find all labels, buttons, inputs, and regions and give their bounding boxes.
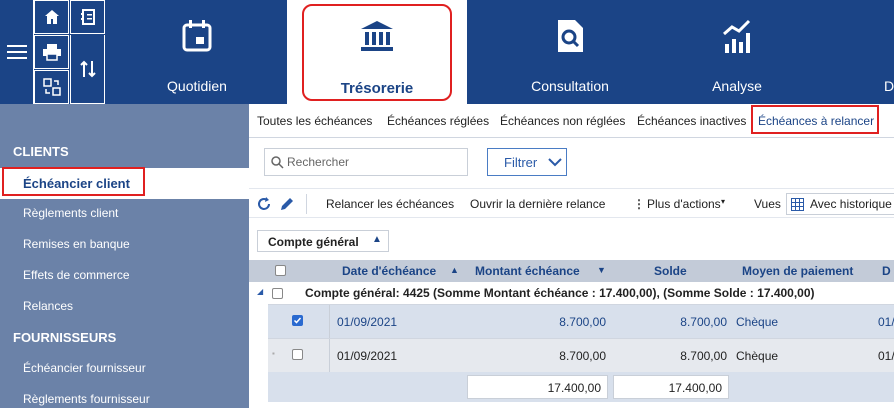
- total-solde: 17.400,00: [613, 375, 729, 399]
- table-header: Date d'échéance ▲ Montant échéance ▼ Sol…: [249, 260, 894, 282]
- search-input[interactable]: Rechercher: [264, 148, 468, 176]
- cell-moyen: Chèque: [736, 315, 779, 329]
- sidebar-header-clients: CLIENTS: [13, 144, 69, 159]
- sort-asc-icon: ▲: [372, 234, 382, 245]
- group-by-label: Compte général: [268, 235, 359, 249]
- sort-asc-icon: ▲: [450, 265, 459, 275]
- module-label: Consultation: [531, 78, 609, 94]
- document-search-icon: [550, 16, 590, 56]
- cell-date: 01/09/2021: [337, 349, 398, 363]
- sidebar-item-remises-en-banque[interactable]: Remises en banque: [23, 237, 130, 251]
- chart-icon: [717, 16, 757, 56]
- sort-desc-icon: ▼: [597, 265, 606, 275]
- sidebar-header-fournisseurs: FOURNISSEURS: [13, 330, 117, 345]
- ouvrir-derniere-relance-button[interactable]: Ouvrir la dernière relance: [470, 197, 605, 211]
- cell-moyen: Chèque: [736, 349, 779, 363]
- highlight-tab-a-relancer: [751, 105, 879, 134]
- table-row[interactable]: 01/09/2021 8.700,00 8.700,00 Chèque 01/: [268, 304, 894, 339]
- cell-montant: 8.700,00: [559, 349, 606, 363]
- cell-date: 01/09/2021: [337, 315, 398, 329]
- sidebar-item-reglements-client[interactable]: Règlements client: [23, 206, 118, 220]
- chevron-down-icon: [548, 158, 562, 167]
- sidebar-item-reglements-fournisseur[interactable]: Règlements fournisseur: [23, 392, 150, 406]
- sidebar-item-echeancier-fournisseur[interactable]: Échéancier fournisseur: [23, 361, 146, 375]
- sort-arrows-icon[interactable]: [70, 35, 105, 104]
- cell-extra: 01/: [878, 349, 894, 363]
- action-toolbar: Relancer les échéances Ouvrir la dernièr…: [249, 188, 894, 218]
- column-date-echeance[interactable]: Date d'échéance: [342, 264, 436, 278]
- refresh-icon[interactable]: [257, 197, 271, 211]
- transfer-icon[interactable]: [34, 70, 69, 104]
- filter-button[interactable]: Filtrer: [487, 148, 567, 176]
- kebab-menu-icon: ⋮: [633, 197, 645, 211]
- row-handle-icon: ▪: [272, 349, 275, 358]
- highlight-tresorerie: [302, 4, 452, 101]
- home-icon[interactable]: [34, 0, 69, 34]
- expand-arrow-icon[interactable]: ◢: [257, 287, 263, 296]
- module-consultation[interactable]: Consultation: [505, 0, 635, 104]
- tab-toutes[interactable]: Toutes les échéances: [257, 114, 372, 128]
- total-montant-value: 17.400,00: [547, 381, 601, 395]
- cell-solde: 8.700,00: [680, 349, 727, 363]
- select-all-checkbox[interactable]: [275, 265, 286, 276]
- module-quotidien[interactable]: Quotidien: [144, 0, 250, 104]
- edit-pencil-icon[interactable]: [278, 195, 296, 213]
- sidebar: CLIENTS Échéancier client Règlements cli…: [0, 104, 249, 408]
- total-solde-value: 17.400,00: [668, 381, 722, 395]
- group-checkbox[interactable]: [272, 288, 283, 299]
- print-icon[interactable]: [34, 35, 69, 69]
- column-truncated[interactable]: D: [882, 264, 891, 278]
- views-select-value: Avec historique: [810, 197, 892, 211]
- total-montant: 17.400,00: [467, 375, 608, 399]
- sidebar-item-relances[interactable]: Relances: [23, 299, 73, 313]
- module-analyse[interactable]: Analyse: [690, 0, 784, 104]
- vues-label: Vues: [754, 197, 781, 211]
- quick-icons-grid: [34, 0, 106, 104]
- sidebar-item-effets-de-commerce[interactable]: Effets de commerce: [23, 268, 130, 282]
- tab-non-reglees[interactable]: Échéances non réglées: [500, 114, 625, 128]
- caret-down-icon: ▾: [721, 197, 726, 206]
- column-solde[interactable]: Solde: [654, 264, 687, 278]
- group-summary: Compte général: 4425 (Somme Montant éché…: [305, 286, 815, 300]
- tab-reglees[interactable]: Échéances réglées: [387, 114, 489, 128]
- totals-row: 17.400,00 17.400,00: [268, 372, 894, 402]
- group-by-pill[interactable]: Compte général ▲: [257, 230, 389, 252]
- module-truncated[interactable]: D: [870, 0, 894, 104]
- column-moyen-paiement[interactable]: Moyen de paiement: [742, 264, 853, 278]
- highlight-echeancier-client: [2, 167, 145, 196]
- row-checkbox[interactable]: [292, 315, 303, 326]
- column-montant-echeance[interactable]: Montant échéance: [475, 264, 580, 278]
- toolbar-divider: [306, 194, 307, 214]
- tab-inactives[interactable]: Échéances inactives: [637, 114, 746, 128]
- group-row: ◢ Compte général: 4425 (Somme Montant éc…: [249, 282, 894, 304]
- filter-label: Filtrer: [504, 155, 538, 170]
- cell-extra: 01/: [878, 315, 894, 329]
- search-icon: [271, 156, 284, 169]
- grid-view-icon: [791, 198, 804, 211]
- checkmark-icon: [293, 317, 302, 324]
- search-placeholder: Rechercher: [287, 155, 350, 169]
- address-book-icon[interactable]: [70, 0, 105, 34]
- row-checkbox[interactable]: [292, 349, 303, 360]
- relancer-echeances-button[interactable]: Relancer les échéances: [326, 197, 454, 211]
- table-row[interactable]: ▪ 01/09/2021 8.700,00 8.700,00 Chèque 01…: [268, 338, 894, 373]
- hamburger-menu-icon[interactable]: [0, 0, 34, 104]
- module-label: D: [884, 78, 894, 94]
- views-select[interactable]: Avec historique: [786, 193, 894, 215]
- plus-actions-button[interactable]: Plus d'actions: [647, 197, 721, 211]
- cell-solde: 8.700,00: [680, 315, 727, 329]
- cell-montant: 8.700,00: [559, 315, 606, 329]
- module-label: Quotidien: [167, 78, 227, 94]
- calendar-icon: [177, 16, 217, 56]
- module-label: Analyse: [712, 78, 762, 94]
